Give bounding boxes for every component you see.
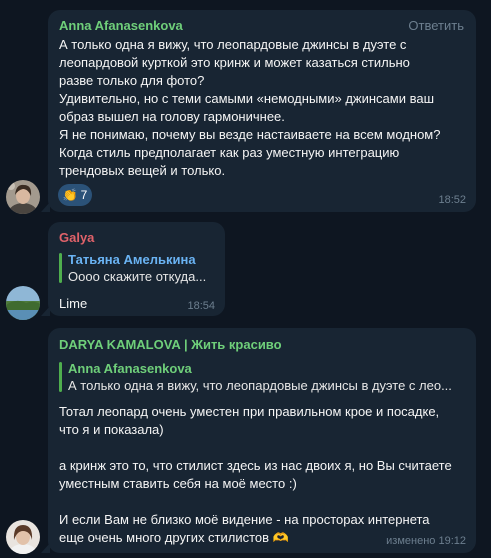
message-bubble-darya[interactable]: DARYA KAMALOVA | Жить красиво Anna Afana…	[41, 328, 476, 553]
reply-quote[interactable]: Татьяна Амелькина Оооо скажите откуда...	[59, 252, 223, 284]
sender-name[interactable]: Galya	[59, 230, 94, 245]
message-bubble-galya[interactable]: Galya Татьяна Амелькина Оооо скажите отк…	[41, 222, 225, 316]
reply-snippet: А только одна я вижу, что леопардовые дж…	[68, 378, 452, 393]
message-text: Тотал леопард очень уместен при правильн…	[59, 404, 452, 545]
reply-author: Татьяна Амелькина	[68, 252, 196, 267]
message-time: изменено 19:12	[386, 535, 466, 547]
message-bubble-anna[interactable]: Anna Afanasenkova Ответить А только одна…	[41, 10, 476, 212]
reply-author: Anna Afanasenkova	[68, 361, 192, 376]
reply-quote[interactable]: Anna Afanasenkova А только одна я вижу, …	[59, 361, 468, 393]
sender-name[interactable]: Anna Afanasenkova	[59, 18, 183, 33]
reply-snippet: Оооо скажите откуда...	[68, 269, 207, 284]
reaction-count: 7	[80, 188, 88, 202]
avatar-galya[interactable]	[6, 286, 40, 320]
reaction-chip[interactable]: 👏 7	[58, 184, 92, 206]
clapping-hands-icon: 👏	[62, 188, 78, 202]
message-text: Lime	[59, 296, 88, 311]
avatar-darya[interactable]	[6, 520, 40, 554]
message-time: 18:52	[438, 194, 466, 206]
reply-action-button[interactable]: Ответить	[408, 18, 464, 33]
sender-name[interactable]: DARYA KAMALOVA | Жить красиво	[59, 337, 282, 352]
avatar-anna[interactable]	[6, 180, 40, 214]
message-text: А только одна я вижу, что леопардовые дж…	[59, 37, 441, 178]
message-time: 18:54	[187, 300, 215, 312]
